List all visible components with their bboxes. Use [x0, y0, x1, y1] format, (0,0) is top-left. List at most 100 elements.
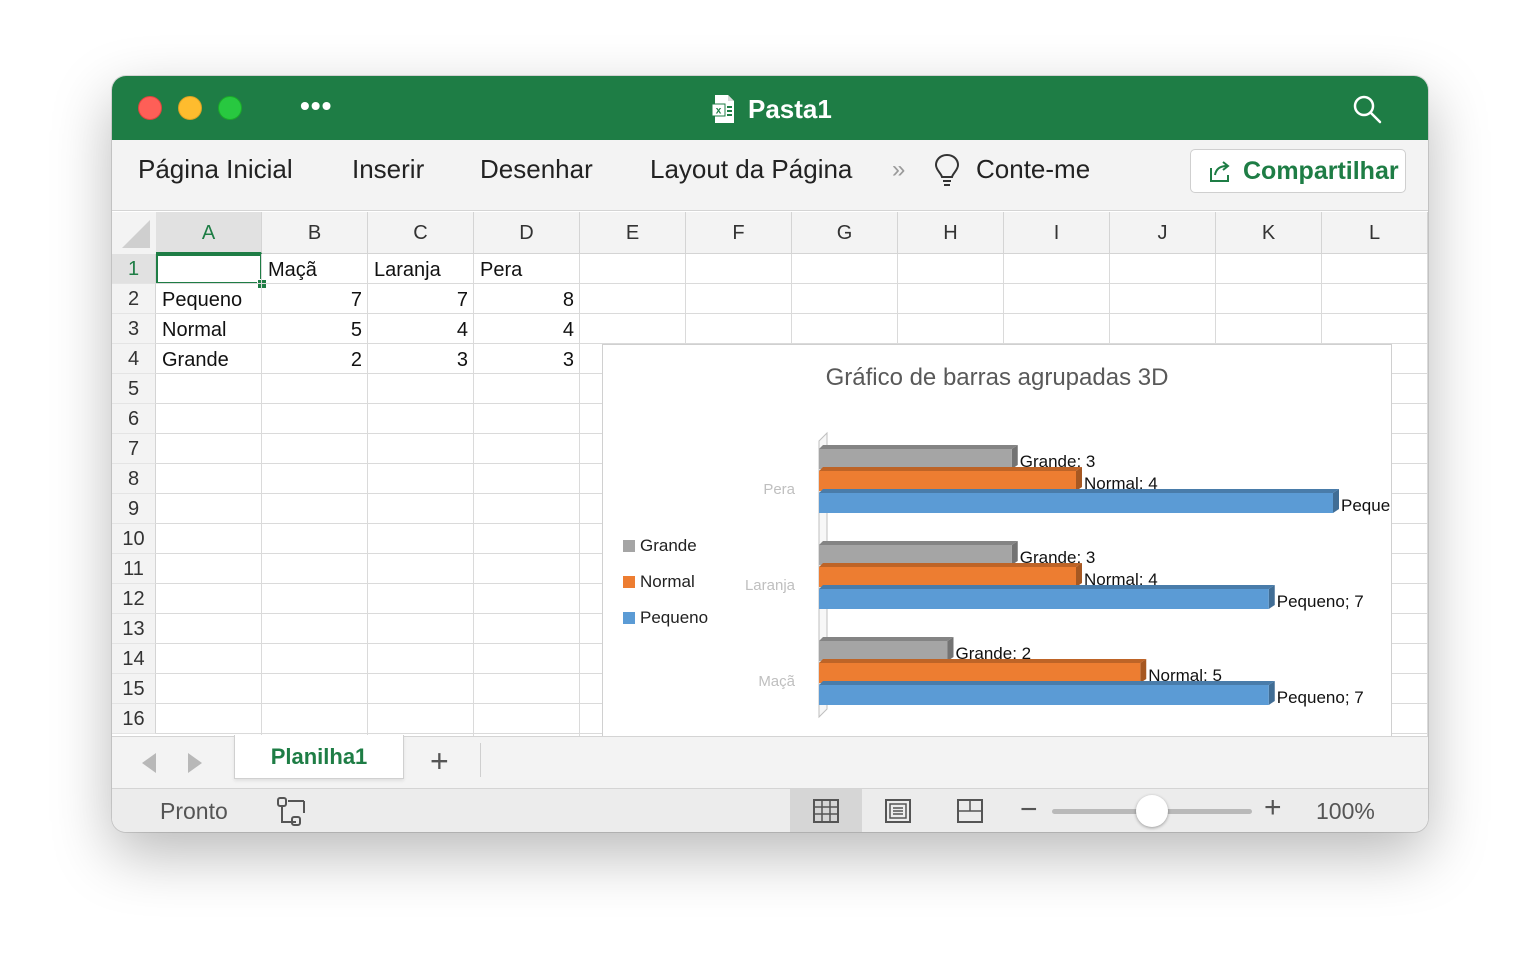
zoom-out-button[interactable]: −	[1020, 793, 1038, 827]
sheet-tab-planilha1[interactable]: Planilha1	[234, 735, 404, 779]
row-header-1[interactable]: 1	[112, 254, 156, 284]
row-header-12[interactable]: 12	[112, 584, 156, 614]
bar-grande-laranja	[819, 545, 1012, 565]
select-all-corner[interactable]	[112, 212, 157, 255]
cell-a1[interactable]	[162, 254, 256, 284]
status-ready-text: Pronto	[160, 798, 228, 824]
row-header-10[interactable]: 10	[112, 524, 156, 554]
bar-top-edge	[819, 467, 1082, 471]
column-header-c[interactable]: C	[368, 212, 474, 254]
excel-window: ••• x Pasta1 Página Inicial Inserir Dese…	[112, 76, 1428, 832]
cell-b2[interactable]: 7	[268, 284, 362, 314]
tab-pagina-inicial[interactable]: Página Inicial	[138, 154, 293, 185]
category-label: Laranja	[745, 577, 796, 594]
search-icon[interactable]	[1352, 94, 1382, 124]
row-header-9[interactable]: 9	[112, 494, 156, 524]
column-header-j[interactable]: J	[1110, 212, 1216, 254]
tab-divider	[480, 743, 481, 777]
column-header-h[interactable]: H	[898, 212, 1004, 254]
column-header-e[interactable]: E	[580, 212, 686, 254]
bar-end-face	[1268, 681, 1275, 705]
cell-b1[interactable]: Maçã	[268, 254, 362, 284]
column-header-k[interactable]: K	[1216, 212, 1322, 254]
cell-a2[interactable]: Pequeno	[162, 284, 256, 314]
page-layout-view-button[interactable]	[862, 789, 934, 832]
cell-d4[interactable]: 3	[480, 344, 574, 374]
zoom-slider-thumb[interactable]	[1136, 795, 1168, 827]
add-sheet-button[interactable]: +	[430, 743, 449, 780]
cell-d1[interactable]: Pera	[480, 254, 574, 284]
bar-end-face	[1011, 541, 1018, 565]
next-sheet-arrow-icon[interactable]	[188, 753, 202, 773]
category-label: Pera	[763, 481, 795, 498]
cell-a4[interactable]: Grande	[162, 344, 256, 374]
chart-object[interactable]: Gráfico de barras agrupadas 3D012345678M…	[602, 344, 1392, 736]
cell-c3[interactable]: 4	[374, 314, 468, 344]
fill-handle[interactable]	[257, 279, 267, 289]
bar-normal-pera	[819, 471, 1076, 491]
page-break-preview-button[interactable]	[934, 789, 1006, 832]
column-header-l[interactable]: L	[1322, 212, 1428, 254]
bar-end-face	[947, 637, 954, 661]
column-gridline	[367, 254, 368, 736]
macro-record-icon[interactable]	[274, 795, 308, 827]
cell-c2[interactable]: 7	[374, 284, 468, 314]
column-header-i[interactable]: I	[1004, 212, 1110, 254]
title-bar: ••• x Pasta1	[112, 76, 1428, 140]
legend-label-grande: Grande	[640, 536, 697, 555]
bar-top-edge	[819, 563, 1082, 567]
column-header-b[interactable]: B	[262, 212, 368, 254]
normal-view-icon	[813, 799, 839, 823]
cell-b4[interactable]: 2	[268, 344, 362, 374]
row-header-2[interactable]: 2	[112, 284, 156, 314]
cell-d2[interactable]: 8	[480, 284, 574, 314]
zoom-in-button[interactable]: +	[1264, 791, 1282, 825]
row-header-16[interactable]: 16	[112, 704, 156, 734]
column-header-f[interactable]: F	[686, 212, 792, 254]
bar-top-edge	[819, 681, 1275, 685]
share-button[interactable]: Compartilhar	[1190, 149, 1406, 193]
column-gridline	[1427, 254, 1428, 736]
spreadsheet-grid[interactable]: A B C D E F G H I J K L 1 2 3 4 5 6 7 8 9 10 11 12 13 14 15 16 Maçã L…	[112, 212, 1428, 736]
row-header-13[interactable]: 13	[112, 614, 156, 644]
bar-end-face	[1076, 563, 1082, 587]
row-header-14[interactable]: 14	[112, 644, 156, 674]
zoom-window-button[interactable]	[218, 96, 242, 120]
more-tabs-chevron-icon[interactable]: »	[892, 156, 906, 184]
cell-c4[interactable]: 3	[374, 344, 468, 374]
more-options-button[interactable]: •••	[300, 90, 332, 122]
column-header-a[interactable]: A	[156, 212, 262, 254]
row-header-3[interactable]: 3	[112, 314, 156, 344]
tab-desenhar[interactable]: Desenhar	[480, 154, 593, 185]
row-header-7[interactable]: 7	[112, 434, 156, 464]
normal-view-button[interactable]	[790, 789, 862, 832]
zoom-percentage[interactable]: 100%	[1316, 798, 1375, 825]
row-header-8[interactable]: 8	[112, 464, 156, 494]
legend-swatch-normal	[623, 576, 635, 588]
chart-title: Gráfico de barras agrupadas 3D	[826, 364, 1169, 391]
share-label: Compartilhar	[1243, 156, 1399, 185]
row-header-11[interactable]: 11	[112, 554, 156, 584]
row-header-5[interactable]: 5	[112, 374, 156, 404]
tab-inserir[interactable]: Inserir	[352, 154, 424, 185]
cell-b3[interactable]: 5	[268, 314, 362, 344]
cell-c1[interactable]: Laranja	[374, 254, 468, 284]
data-label: Pequeno; 8	[1341, 496, 1391, 515]
column-header-d[interactable]: D	[474, 212, 580, 254]
cell-d3[interactable]: 4	[480, 314, 574, 344]
bar-normal-laranja	[819, 567, 1076, 587]
previous-sheet-arrow-icon[interactable]	[142, 753, 156, 773]
lightbulb-icon[interactable]	[932, 152, 962, 188]
cell-a3[interactable]: Normal	[162, 314, 256, 344]
bar-end-face	[1011, 445, 1018, 469]
tab-layout-da-pagina[interactable]: Layout da Página	[650, 154, 852, 185]
row-header-6[interactable]: 6	[112, 404, 156, 434]
close-window-button[interactable]	[138, 96, 162, 120]
minimize-window-button[interactable]	[178, 96, 202, 120]
svg-text:x: x	[716, 106, 722, 117]
bar-normal-maçã	[819, 663, 1141, 683]
row-header-15[interactable]: 15	[112, 674, 156, 704]
column-header-g[interactable]: G	[792, 212, 898, 254]
row-header-4[interactable]: 4	[112, 344, 156, 374]
tell-me-search[interactable]: Conte-me	[976, 154, 1090, 185]
